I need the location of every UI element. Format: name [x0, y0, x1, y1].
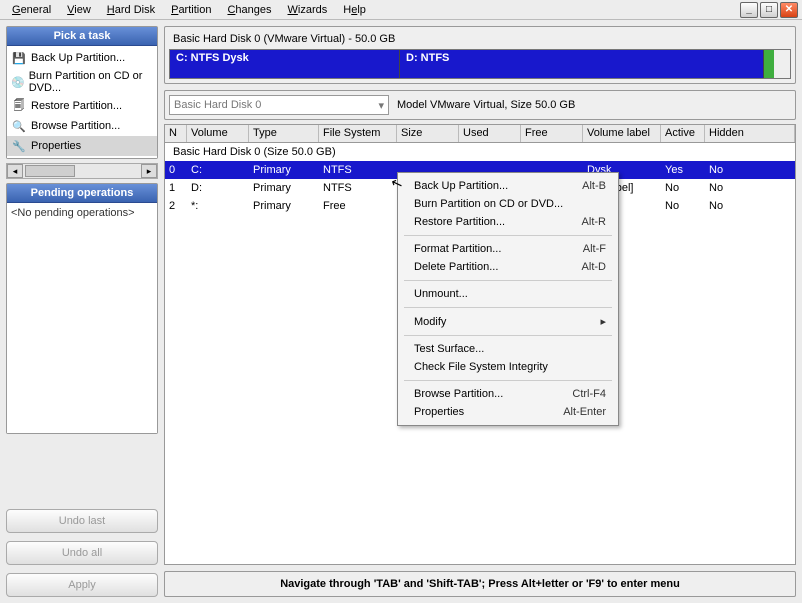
ctx-back-up-partition[interactable]: Back Up Partition...Alt-B — [398, 177, 618, 195]
scroll-thumb[interactable] — [25, 165, 75, 177]
ctx-browse-partition[interactable]: Browse Partition...Ctrl-F4 — [398, 385, 618, 403]
undo-all-button[interactable]: Undo all — [6, 541, 158, 565]
disk-select-value: Basic Hard Disk 0 — [174, 99, 261, 111]
task-label: Burn Partition on CD or DVD... — [29, 70, 153, 94]
close-button[interactable]: ✕ — [780, 2, 798, 18]
apply-button[interactable]: Apply — [6, 573, 158, 597]
task-item-cd[interactable]: 💿Burn Partition on CD or DVD... — [7, 68, 157, 96]
free-space-tail[interactable] — [764, 50, 774, 78]
ctx-check-file-system-integrity[interactable]: Check File System Integrity — [398, 358, 618, 376]
grid-header: N Volume Type File System Size Used Free… — [165, 125, 795, 143]
status-bar: Navigate through 'TAB' and 'Shift-TAB'; … — [164, 571, 796, 597]
ctx-separator — [404, 235, 612, 236]
cd-icon: 💿 — [11, 74, 25, 90]
task-item-browse[interactable]: 🔍 Browse Partition... — [7, 116, 157, 136]
task-item-restore[interactable]: 🗐 Restore Partition... — [7, 96, 157, 116]
menu-general[interactable]: General — [4, 2, 59, 18]
col-vlabel[interactable]: Volume label — [583, 125, 661, 142]
ctx-modify[interactable]: Modify▸ — [398, 312, 618, 331]
pending-body: <No pending operations> — [7, 203, 157, 433]
pending-panel: Pending operations <No pending operation… — [6, 183, 158, 434]
menu-changes[interactable]: Changes — [219, 2, 279, 18]
col-active[interactable]: Active — [661, 125, 705, 142]
menu-partition[interactable]: Partition — [163, 2, 219, 18]
window-controls: _ □ ✕ — [740, 2, 798, 18]
task-hscroll[interactable]: ◂ ▸ — [6, 163, 158, 179]
ctx-delete-partition[interactable]: Delete Partition...Alt-D — [398, 258, 618, 276]
task-label: Properties — [31, 140, 81, 152]
browse-icon: 🔍 — [11, 118, 27, 134]
col-type[interactable]: Type — [249, 125, 319, 142]
col-used[interactable]: Used — [459, 125, 521, 142]
partition-block[interactable]: D: NTFS — [400, 50, 764, 78]
task-item-props[interactable]: 🔧 Properties — [7, 136, 157, 156]
menubar: General View Hard Disk Partition Changes… — [0, 0, 802, 20]
ctx-test-surface[interactable]: Test Surface... — [398, 340, 618, 358]
col-fs[interactable]: File System — [319, 125, 397, 142]
menu-view[interactable]: View — [59, 2, 99, 18]
col-size[interactable]: Size — [397, 125, 459, 142]
col-n[interactable]: N — [165, 125, 187, 142]
disk-graph[interactable]: C: NTFS DyskD: NTFS — [169, 49, 791, 79]
maximize-button[interactable]: □ — [760, 2, 778, 18]
disk-bar: Basic Hard Disk 0 (VMware Virtual) - 50.… — [164, 26, 796, 84]
task-panel-header: Pick a task — [7, 27, 157, 46]
ctx-separator — [404, 307, 612, 308]
disk-select[interactable]: Basic Hard Disk 0 — [169, 95, 389, 115]
grid-group-row[interactable]: Basic Hard Disk 0 (Size 50.0 GB) — [165, 143, 795, 161]
col-free[interactable]: Free — [521, 125, 583, 142]
props-icon: 🔧 — [11, 138, 27, 154]
task-label: Back Up Partition... — [31, 52, 125, 64]
ctx-unmount[interactable]: Unmount... — [398, 285, 618, 303]
disk-model-text: Model VMware Virtual, Size 50.0 GB — [397, 99, 575, 111]
ctx-separator — [404, 380, 612, 381]
menu-wizards[interactable]: Wizards — [280, 2, 336, 18]
col-volume[interactable]: Volume — [187, 125, 249, 142]
ctx-burn-partition-on-cd-or-dvd[interactable]: Burn Partition on CD or DVD... — [398, 195, 618, 213]
disk-toolbar: Basic Hard Disk 0 Model VMware Virtual, … — [164, 90, 796, 120]
pending-panel-header: Pending operations — [7, 184, 157, 203]
save-icon: 💾 — [11, 50, 27, 66]
ctx-separator — [404, 280, 612, 281]
scroll-left-icon[interactable]: ◂ — [7, 164, 23, 178]
task-label: Restore Partition... — [31, 100, 122, 112]
ctx-format-partition[interactable]: Format Partition...Alt-F — [398, 240, 618, 258]
task-item-save[interactable]: 💾 Back Up Partition... — [7, 48, 157, 68]
task-label: Browse Partition... — [31, 120, 120, 132]
undo-last-button[interactable]: Undo last — [6, 509, 158, 533]
restore-icon: 🗐 — [11, 98, 27, 114]
task-panel: Pick a task 💾 Back Up Partition... 💿Burn P… — [6, 26, 158, 159]
menu-harddisk[interactable]: Hard Disk — [99, 2, 163, 18]
partition-block[interactable]: C: NTFS Dysk — [170, 50, 400, 78]
ctx-properties[interactable]: PropertiesAlt-Enter — [398, 403, 618, 421]
disk-bar-title: Basic Hard Disk 0 (VMware Virtual) - 50.… — [169, 31, 791, 47]
ctx-separator — [404, 335, 612, 336]
menu-help[interactable]: Help — [335, 2, 374, 18]
col-hidden[interactable]: Hidden — [705, 125, 795, 142]
partition-context-menu: Back Up Partition...Alt-BBurn Partition … — [397, 172, 619, 426]
scroll-right-icon[interactable]: ▸ — [141, 164, 157, 178]
minimize-button[interactable]: _ — [740, 2, 758, 18]
ctx-restore-partition[interactable]: Restore Partition...Alt-R — [398, 213, 618, 231]
